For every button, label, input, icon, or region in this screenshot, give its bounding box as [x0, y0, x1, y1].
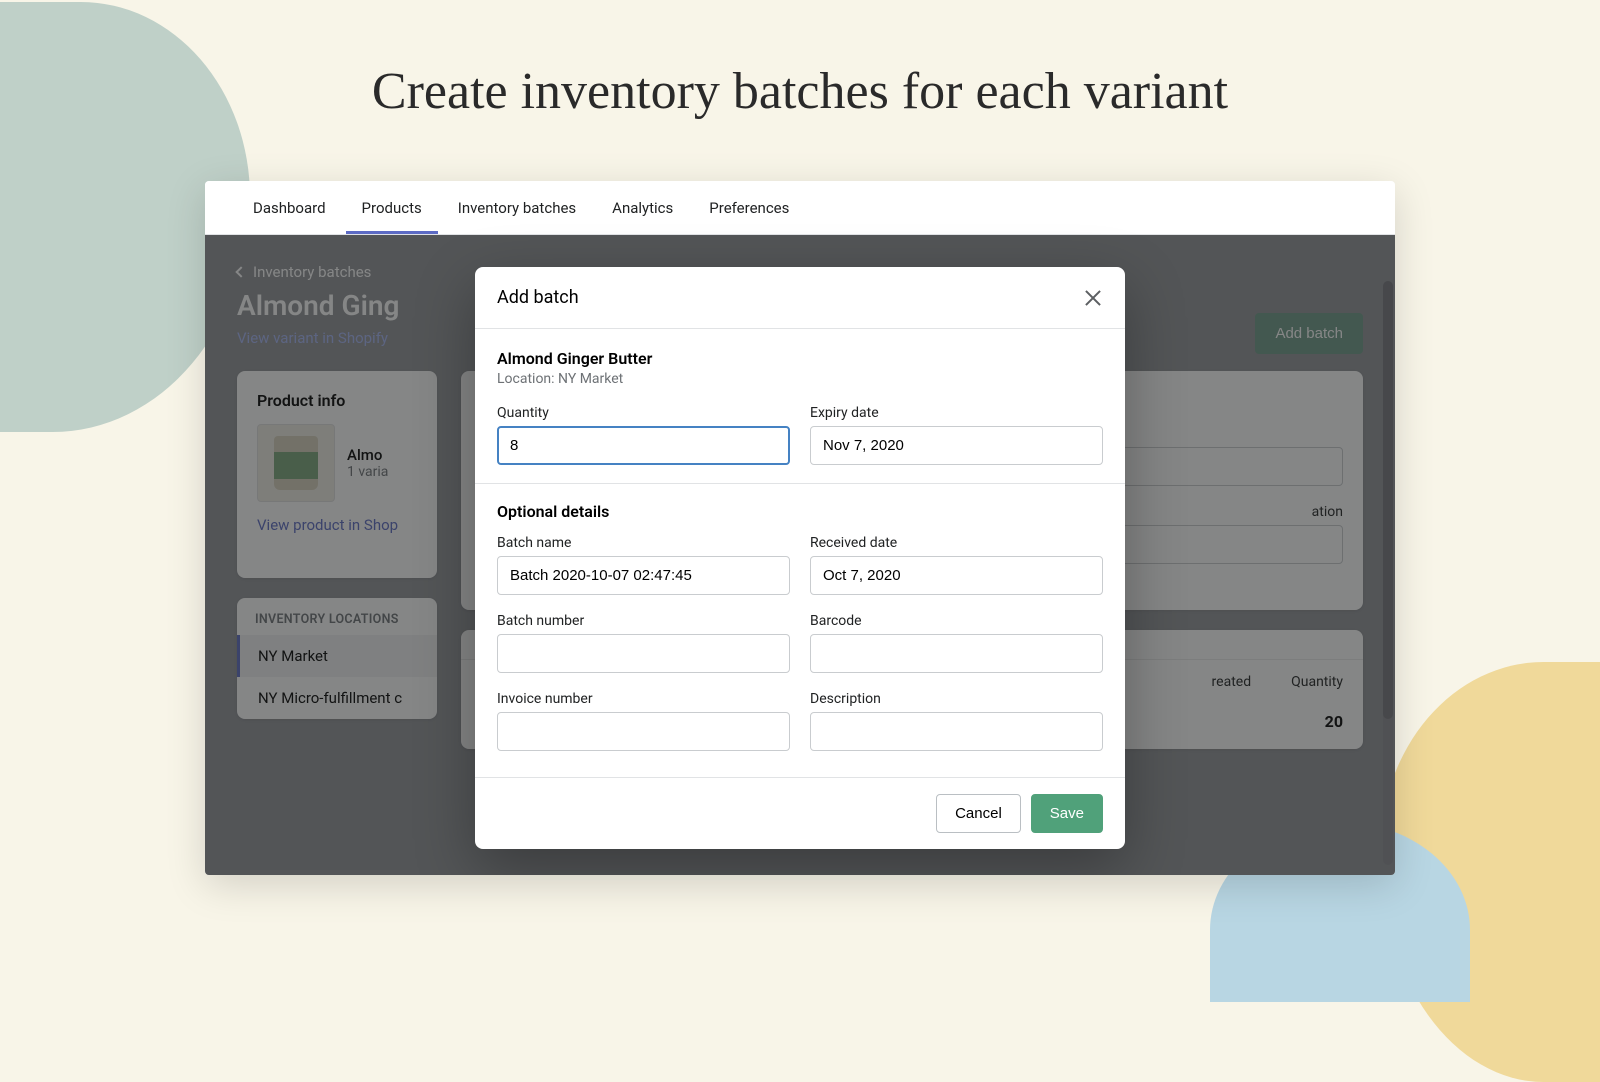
- invoice-number-label: Invoice number: [497, 691, 790, 707]
- batch-name-input[interactable]: [497, 556, 790, 595]
- invoice-number-input[interactable]: [497, 712, 790, 751]
- tab-preferences[interactable]: Preferences: [693, 181, 805, 234]
- barcode-input[interactable]: [810, 634, 1103, 673]
- divider: [475, 483, 1125, 484]
- app-body: Inventory batches Almond Ging View varia…: [205, 235, 1395, 875]
- batch-number-input[interactable]: [497, 634, 790, 673]
- quantity-label: Quantity: [497, 405, 790, 421]
- modal-location: Location: NY Market: [497, 371, 1103, 387]
- barcode-label: Barcode: [810, 613, 1103, 629]
- add-batch-modal: Add batch Almond Ginger Butter Location:…: [475, 267, 1125, 849]
- cancel-button[interactable]: Cancel: [936, 794, 1021, 833]
- page-heading: Create inventory batches for each varian…: [0, 62, 1600, 121]
- tab-inventory-batches[interactable]: Inventory batches: [442, 181, 592, 234]
- tab-products[interactable]: Products: [346, 181, 438, 234]
- quantity-input[interactable]: [497, 426, 790, 465]
- modal-title: Add batch: [497, 287, 579, 308]
- tab-analytics[interactable]: Analytics: [596, 181, 689, 234]
- received-date-label: Received date: [810, 535, 1103, 551]
- modal-product-name: Almond Ginger Butter: [497, 349, 1103, 368]
- expiry-date-input[interactable]: [810, 426, 1103, 465]
- nav-tabs: Dashboard Products Inventory batches Ana…: [205, 181, 1395, 235]
- expiry-date-label: Expiry date: [810, 405, 1103, 421]
- description-label: Description: [810, 691, 1103, 707]
- received-date-input[interactable]: [810, 556, 1103, 595]
- save-button[interactable]: Save: [1031, 794, 1103, 833]
- description-input[interactable]: [810, 712, 1103, 751]
- close-icon[interactable]: [1083, 288, 1103, 308]
- optional-details-title: Optional details: [497, 502, 1103, 521]
- batch-name-label: Batch name: [497, 535, 790, 551]
- tab-dashboard[interactable]: Dashboard: [237, 181, 342, 234]
- app-window: Dashboard Products Inventory batches Ana…: [205, 181, 1395, 875]
- batch-number-label: Batch number: [497, 613, 790, 629]
